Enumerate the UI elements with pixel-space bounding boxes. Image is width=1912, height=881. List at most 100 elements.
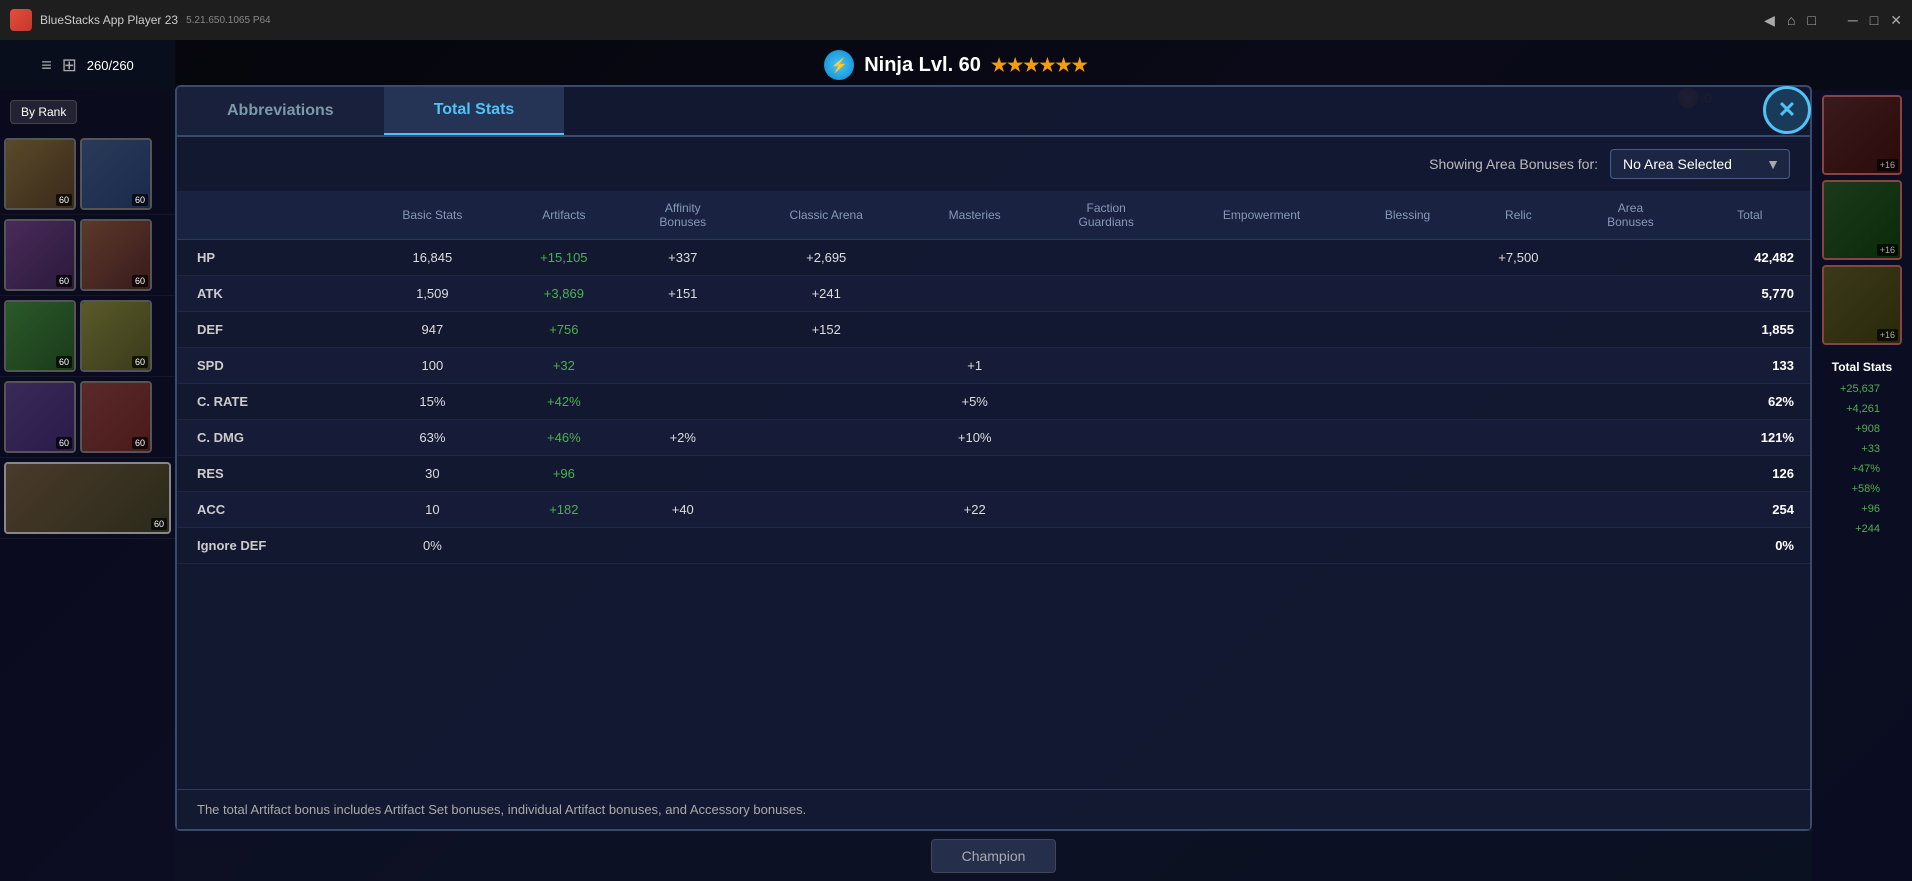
area-val: [1571, 384, 1689, 420]
faction-val: [1039, 276, 1174, 312]
col-empowerment: Empowerment: [1174, 191, 1350, 240]
right-champion-card-2[interactable]: +16: [1822, 180, 1902, 260]
champion-button[interactable]: Champion: [931, 839, 1057, 873]
total-val: 121%: [1690, 420, 1810, 456]
blessing-val: [1350, 240, 1466, 276]
champion-card[interactable]: 60: [4, 300, 76, 372]
home-icon[interactable]: ⌂: [1787, 12, 1795, 28]
classic-val: +152: [742, 312, 911, 348]
faction-val: [1039, 240, 1174, 276]
col-stat: [177, 191, 361, 240]
table-row: RES 30 +96 126: [177, 456, 1810, 492]
table-body: HP 16,845 +15,105 +337 +2,695 +7,500 42,…: [177, 240, 1810, 564]
col-masteries: Masteries: [911, 191, 1039, 240]
right-total-stats-values: +25,637 +4,261 +908 +33 +47% +58% +96 +2…: [1840, 379, 1884, 539]
affinity-val: [624, 456, 742, 492]
masteries-val: +1: [911, 348, 1039, 384]
right-champion-card-1[interactable]: +16: [1822, 95, 1902, 175]
total-val: 1,855: [1690, 312, 1810, 348]
ninja-icon: ⚡: [824, 50, 854, 80]
artifacts-val: [504, 528, 624, 564]
right-champion-card-3[interactable]: +16: [1822, 265, 1902, 345]
total-stats-label: Total Stats: [1832, 360, 1892, 374]
empowerment-val: [1174, 528, 1350, 564]
artifacts-val: +15,105: [504, 240, 624, 276]
area-val: [1571, 240, 1689, 276]
stat-val-def: +908: [1840, 419, 1880, 439]
table-header: Basic Stats Artifacts AffinityBonuses Cl…: [177, 191, 1810, 240]
stat-val-acc: +244: [1840, 519, 1880, 539]
stat-val-cdmg: +58%: [1840, 479, 1880, 499]
table-row: ATK 1,509 +3,869 +151 +241 5,770: [177, 276, 1810, 312]
app-title: BlueStacks App Player 23: [40, 13, 178, 27]
classic-val: [742, 528, 911, 564]
champion-row: 60 60: [0, 215, 175, 296]
champion-avatar: [6, 464, 169, 532]
footer-note: The total Artifact bonus includes Artifa…: [197, 802, 806, 817]
back-icon[interactable]: ◀: [1764, 12, 1775, 29]
champion-card[interactable]: 60: [80, 381, 152, 453]
total-val: 254: [1690, 492, 1810, 528]
tab-abbreviations[interactable]: Abbreviations: [177, 87, 384, 135]
champion-card[interactable]: 60: [80, 138, 152, 210]
affinity-val: +2%: [624, 420, 742, 456]
header-row: Basic Stats Artifacts AffinityBonuses Cl…: [177, 191, 1810, 240]
area-bonus-select[interactable]: No Area Selected: [1610, 149, 1790, 179]
champion-card[interactable]: 60: [4, 462, 171, 534]
faction-val: [1039, 528, 1174, 564]
stat-name: ATK: [177, 276, 361, 312]
relic-val: [1465, 276, 1571, 312]
stat-name: C. RATE: [177, 384, 361, 420]
app-logo: [10, 9, 32, 31]
left-sidebar: By Rank 60 60 60 60: [0, 90, 175, 881]
step-counter: 260/260: [87, 58, 134, 73]
affinity-val: +40: [624, 492, 742, 528]
basic-val: 16,845: [361, 240, 504, 276]
blessing-val: [1350, 456, 1466, 492]
level-badge: 60: [56, 194, 72, 206]
empowerment-val: [1174, 420, 1350, 456]
relic-val: [1465, 528, 1571, 564]
champion-card[interactable]: 60: [4, 381, 76, 453]
artifacts-val: +46%: [504, 420, 624, 456]
header-left: ≡ ⊞ 260/260: [0, 40, 175, 90]
stat-val-spd: +33: [1840, 439, 1880, 459]
area-val: [1571, 276, 1689, 312]
affinity-val: +151: [624, 276, 742, 312]
area-bonus-dropdown-wrapper: No Area Selected ▼: [1610, 149, 1790, 179]
level-badge: 60: [132, 437, 148, 449]
bookmark-icon[interactable]: □: [1807, 12, 1815, 28]
classic-val: [742, 384, 911, 420]
stats-table: Basic Stats Artifacts AffinityBonuses Cl…: [177, 191, 1810, 564]
stat-name: HP: [177, 240, 361, 276]
by-rank-button[interactable]: By Rank: [10, 100, 77, 124]
champion-card[interactable]: 60: [4, 219, 76, 291]
masteries-val: [911, 456, 1039, 492]
tab-total-stats[interactable]: Total Stats: [384, 87, 565, 135]
table-row: C. RATE 15% +42% +5% 62%: [177, 384, 1810, 420]
level-badge: 60: [56, 437, 72, 449]
level-badge: 60: [56, 275, 72, 287]
stat-val-res: +96: [1840, 499, 1880, 519]
faction-val: [1039, 492, 1174, 528]
relic-val: [1465, 492, 1571, 528]
empowerment-val: [1174, 456, 1350, 492]
champion-card[interactable]: 60: [80, 300, 152, 372]
basic-val: 15%: [361, 384, 504, 420]
champion-card[interactable]: 60: [80, 219, 152, 291]
faction-val: [1039, 384, 1174, 420]
area-bonus-row: Showing Area Bonuses for: No Area Select…: [177, 137, 1810, 191]
menu-icon[interactable]: ≡: [41, 55, 52, 76]
relic-val: [1465, 348, 1571, 384]
masteries-val: [911, 312, 1039, 348]
grid-icon[interactable]: ⊞: [62, 55, 77, 76]
window-close-icon[interactable]: ✕: [1890, 12, 1902, 29]
modal-close-button[interactable]: ✕: [1763, 86, 1811, 134]
relic-val: [1465, 312, 1571, 348]
col-affinity: AffinityBonuses: [624, 191, 742, 240]
basic-val: 100: [361, 348, 504, 384]
col-artifacts: Artifacts: [504, 191, 624, 240]
champion-card[interactable]: 60: [4, 138, 76, 210]
minimize-icon[interactable]: ─: [1848, 12, 1858, 28]
restore-icon[interactable]: □: [1870, 12, 1878, 28]
